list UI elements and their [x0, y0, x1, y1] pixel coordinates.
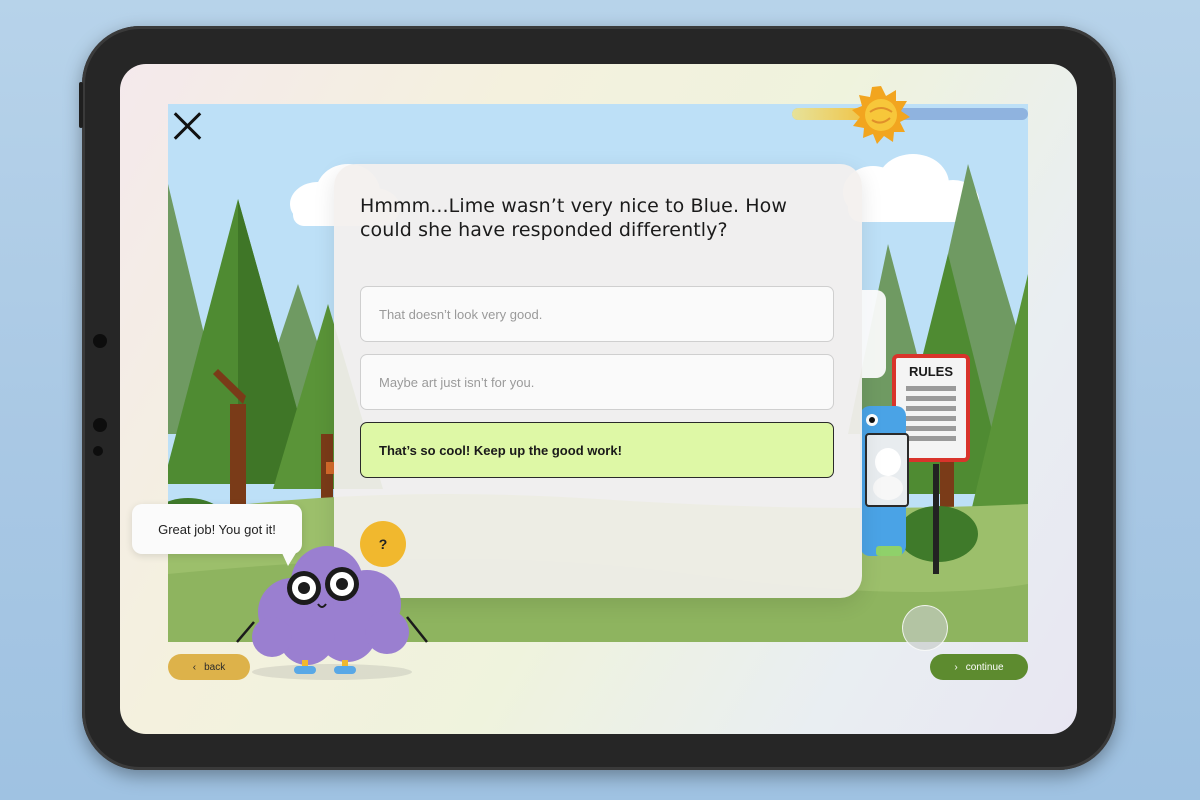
answer-option-3-selected[interactable]: That’s so cool! Keep up the good work! — [360, 422, 834, 478]
sensor-dot — [93, 418, 107, 432]
rules-sign-label: RULES — [909, 364, 953, 379]
blue-character — [860, 406, 909, 556]
back-label: back — [204, 661, 226, 673]
continue-label: continue — [965, 661, 1004, 673]
speech-bubble: Great job! You got it! — [132, 504, 302, 566]
question-text: Hmmm...Lime wasn’t very nice to Blue. Ho… — [360, 195, 787, 241]
camera-dot — [93, 334, 107, 348]
chevron-right-icon: › — [954, 661, 958, 673]
close-icon[interactable] — [172, 110, 204, 142]
card-edge — [862, 290, 886, 378]
help-button[interactable]: ? — [360, 521, 406, 567]
answer-option-2[interactable]: Maybe art just isn’t for you. — [360, 354, 834, 410]
continue-button[interactable]: › continue — [930, 654, 1028, 680]
touch-indicator — [902, 605, 948, 651]
app-screen: RULES Hmmm...Lime wasn’t very nice to Bl… — [120, 64, 1077, 734]
sensor-dot — [93, 446, 103, 456]
answer-option-1[interactable]: That doesn’t look very good. — [360, 286, 834, 342]
sun-icon — [852, 86, 910, 144]
back-button[interactable]: ‹ back — [168, 654, 250, 680]
volume-button — [79, 82, 83, 128]
chevron-left-icon: ‹ — [192, 661, 197, 673]
